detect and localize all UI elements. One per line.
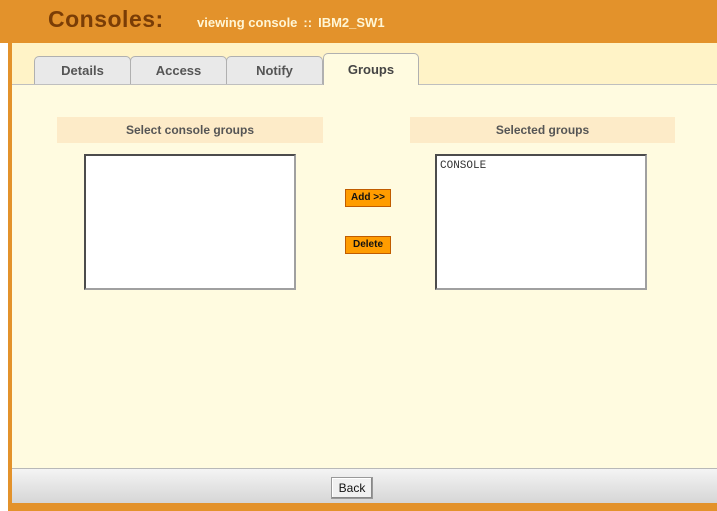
selected-groups-list[interactable]: CONSOLE [435, 154, 647, 290]
tab-details[interactable]: Details [34, 56, 131, 84]
page-subtitle: viewing console:: IBM2_SW1 [197, 15, 385, 30]
list-item[interactable]: CONSOLE [440, 159, 642, 173]
available-groups-heading: Select console groups [57, 117, 323, 143]
page-header: Consoles: viewing console:: IBM2_SW1 [0, 0, 717, 43]
page-title: Consoles: [48, 6, 164, 32]
consoles-window: Consoles: viewing console:: IBM2_SW1 Deta… [0, 0, 717, 511]
available-groups-list[interactable] [84, 154, 296, 290]
selected-groups-heading: Selected groups [410, 117, 675, 143]
tab-access[interactable]: Access [130, 56, 227, 84]
subtitle-separator: :: [303, 15, 313, 30]
tab-notify[interactable]: Notify [226, 56, 323, 84]
subtitle-prefix: viewing console [197, 15, 298, 30]
delete-button[interactable]: Delete [345, 236, 391, 254]
add-button[interactable]: Add >> [345, 189, 391, 207]
tab-groups[interactable]: Groups [323, 53, 419, 85]
console-name: IBM2_SW1 [318, 15, 385, 30]
back-button[interactable]: Back [331, 477, 373, 499]
